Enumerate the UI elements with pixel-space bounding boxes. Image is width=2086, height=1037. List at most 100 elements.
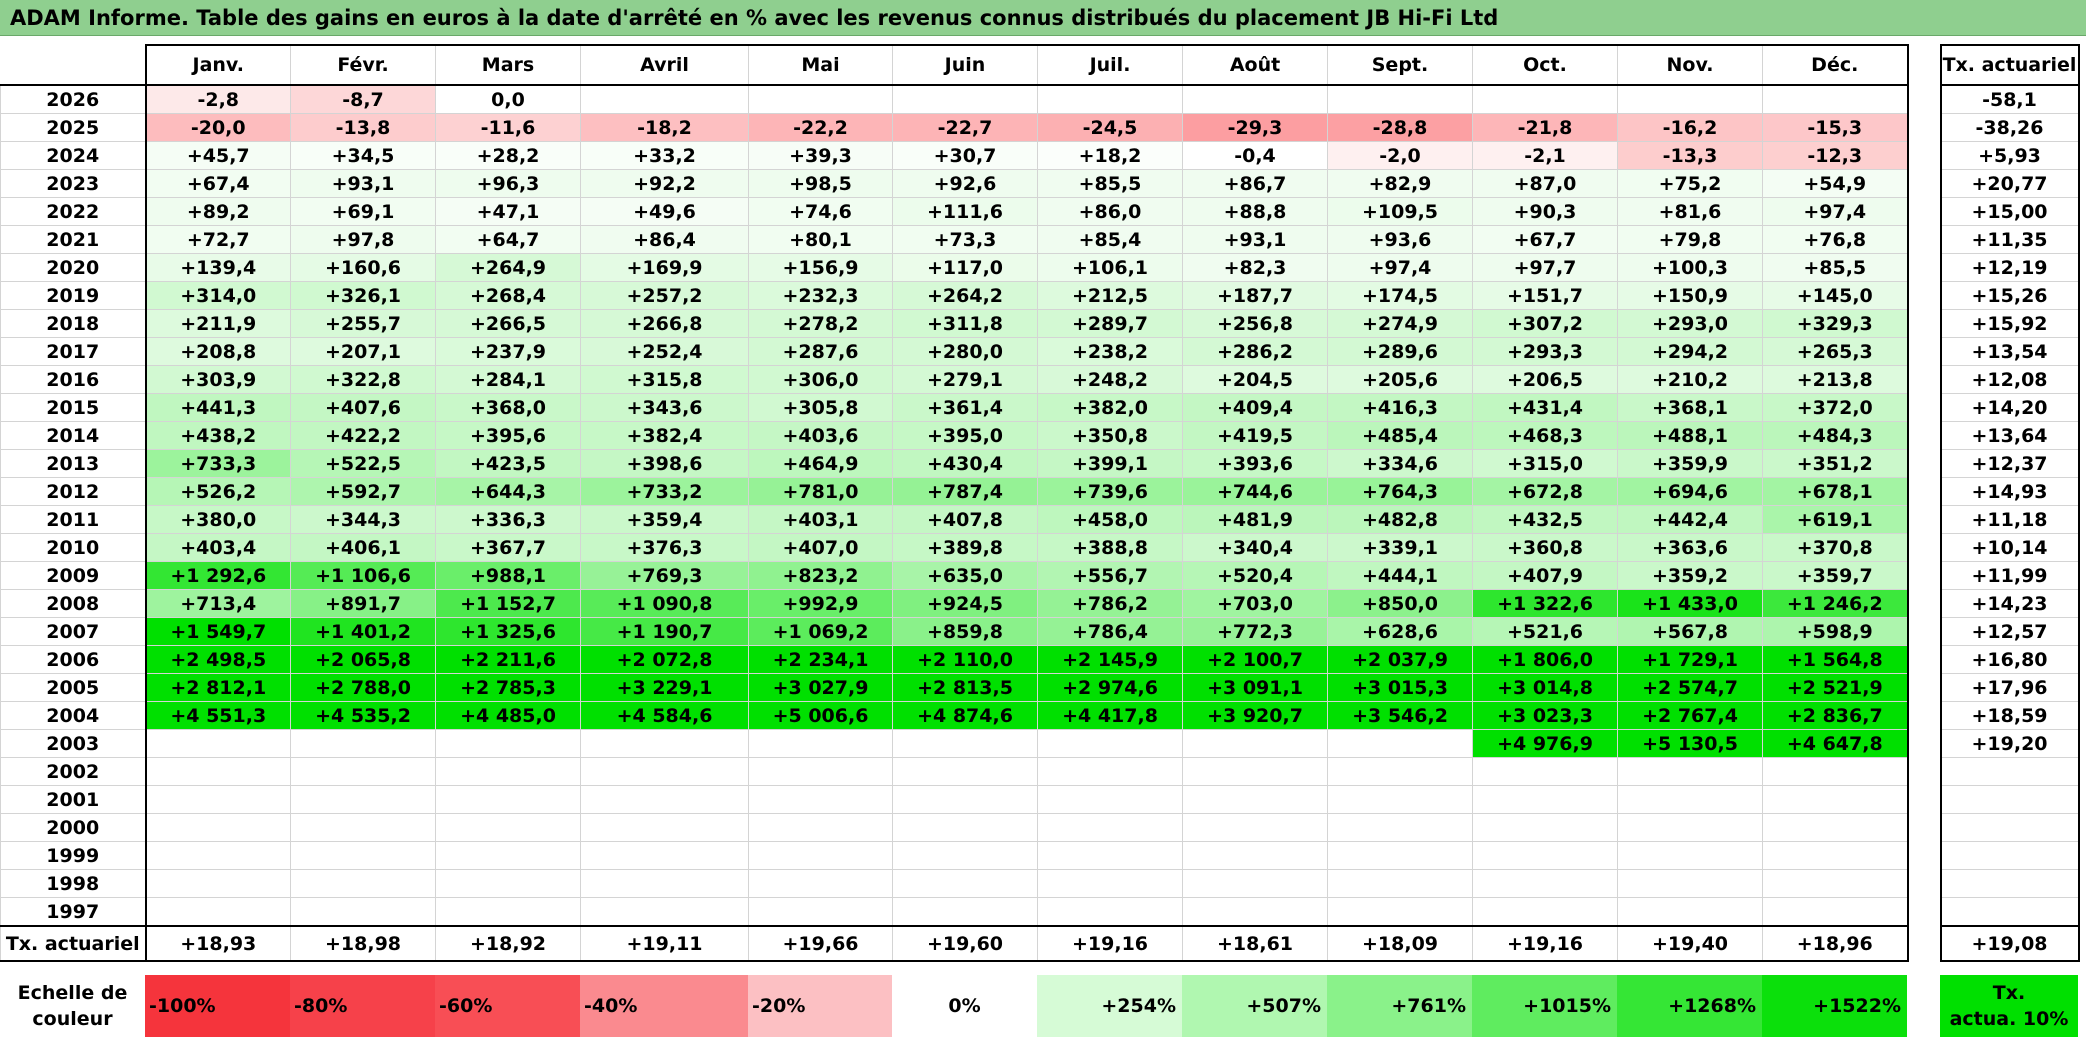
total-cell: +18,96 — [1762, 925, 1909, 962]
gain-cell: +265,3 — [1762, 337, 1909, 366]
gain-cell: +359,2 — [1617, 561, 1763, 590]
gain-cell: +2 836,7 — [1762, 701, 1909, 730]
gain-cell: +5 130,5 — [1617, 729, 1763, 758]
gain-cell — [1182, 757, 1328, 786]
gain-cell: +781,0 — [748, 477, 893, 506]
total-cell: +18,92 — [435, 925, 581, 962]
column-gap — [1907, 281, 1941, 310]
column-gap — [1907, 477, 1941, 506]
column-gap — [1907, 926, 1941, 961]
total-cell: +19,16 — [1472, 925, 1618, 962]
gain-cell: +340,4 — [1182, 533, 1328, 562]
annual-rate-cell — [1939, 869, 2080, 898]
gain-cell: +30,7 — [892, 141, 1038, 170]
column-gap — [1907, 113, 1941, 142]
gain-cell — [290, 729, 436, 758]
year-label: 2019 — [0, 281, 147, 310]
annual-rate-cell: +12,57 — [1939, 617, 2080, 646]
gain-cell: +39,3 — [748, 141, 893, 170]
totals-label: Tx. actuariel — [0, 925, 147, 962]
gain-cell: +87,0 — [1472, 169, 1618, 198]
gain-cell: +592,7 — [290, 477, 436, 506]
gain-cell — [1182, 785, 1328, 814]
color-scale: Echelle de couleur -100% -80% -60% -40% -20% 0… — [0, 975, 2078, 1037]
annual-rate-cell: +11,35 — [1939, 225, 2080, 254]
gain-cell: +86,0 — [1037, 197, 1183, 226]
gain-cell: +287,6 — [748, 337, 893, 366]
gain-cell: +403,1 — [748, 505, 893, 534]
year-label: 2022 — [0, 197, 147, 226]
gain-cell: +419,5 — [1182, 421, 1328, 450]
gain-cell: +1 401,2 — [290, 617, 436, 646]
column-gap — [1907, 645, 1941, 674]
gain-cell: +2 767,4 — [1617, 701, 1763, 730]
gain-cell: +4 485,0 — [435, 701, 581, 730]
gain-cell: +733,2 — [580, 477, 749, 506]
year-label: 2006 — [0, 645, 147, 674]
gain-cell: +266,8 — [580, 309, 749, 338]
gain-cell: +100,3 — [1617, 253, 1763, 282]
gain-cell: +210,2 — [1617, 365, 1763, 394]
year-row: 2010 +403,4 +406,1 +367,7 +376,3 +407,0 +389,8… — [0, 533, 2080, 562]
gain-cell: +372,0 — [1762, 393, 1909, 422]
gain-cell: +522,5 — [290, 449, 436, 478]
gain-cell: +326,1 — [290, 281, 436, 310]
gain-cell: +4 874,6 — [892, 701, 1038, 730]
month-header: Août — [1182, 44, 1328, 86]
gain-cell: +2 813,5 — [892, 673, 1038, 702]
total-cell: +19,40 — [1617, 925, 1763, 962]
gain-cell: +1 806,0 — [1472, 645, 1618, 674]
annual-rate-cell: -58,1 — [1939, 84, 2080, 114]
column-gap — [1907, 45, 1941, 85]
gain-cell: +992,9 — [748, 589, 893, 618]
annual-rate-cell: +11,18 — [1939, 505, 2080, 534]
month-header: Nov. — [1617, 44, 1763, 86]
scale-swatch: -60% — [435, 975, 580, 1037]
gain-cell: +74,6 — [748, 197, 893, 226]
gain-cell: +334,6 — [1327, 449, 1473, 478]
year-label: 2003 — [0, 729, 147, 758]
gain-cell — [1327, 813, 1473, 842]
gain-cell — [290, 897, 436, 927]
gain-cell: +403,4 — [145, 533, 291, 562]
year-row: 2025 -20,0 -13,8 -11,6 -18,2 -22,2 -22,7 -24,5-… — [0, 113, 2080, 142]
year-label: 2005 — [0, 673, 147, 702]
annual-rate-cell: +16,80 — [1939, 645, 2080, 674]
column-gap — [1907, 617, 1941, 646]
total-cell: +18,93 — [145, 925, 291, 962]
gain-cell — [1037, 897, 1183, 927]
gain-cell: +4 417,8 — [1037, 701, 1183, 730]
gain-cell: +482,8 — [1327, 505, 1473, 534]
gain-cell: +97,4 — [1762, 197, 1909, 226]
gain-cell: -2,8 — [145, 84, 291, 114]
month-header: Déc. — [1762, 44, 1909, 86]
total-cell: +19,16 — [1037, 925, 1183, 962]
year-label: 2000 — [0, 813, 147, 842]
gain-cell: +92,2 — [580, 169, 749, 198]
year-row: 2023 +67,4 +93,1 +96,3 +92,2 +98,5 +92,6 +85,5 +… — [0, 169, 2080, 198]
gain-cell: +160,6 — [290, 253, 436, 282]
gain-cell: +2 498,5 — [145, 645, 291, 674]
gain-cell — [1617, 869, 1763, 898]
column-gap — [1907, 813, 1941, 842]
gain-cell: +464,9 — [748, 449, 893, 478]
gain-cell: +368,0 — [435, 393, 581, 422]
gain-cell — [1617, 897, 1763, 927]
gain-cell — [435, 785, 581, 814]
gain-cell: +438,2 — [145, 421, 291, 450]
column-gap — [1907, 393, 1941, 422]
gain-cell: +98,5 — [748, 169, 893, 198]
gain-cell — [1037, 84, 1183, 114]
gain-cell: +139,4 — [145, 253, 291, 282]
gain-cell: +81,6 — [1617, 197, 1763, 226]
gain-cell — [145, 897, 291, 927]
gain-cell: +441,3 — [145, 393, 291, 422]
gain-cell — [1182, 84, 1328, 114]
gain-cell: +3 229,1 — [580, 673, 749, 702]
gain-cell: +303,9 — [145, 365, 291, 394]
column-gap — [1907, 253, 1941, 282]
year-label: 2015 — [0, 393, 147, 422]
gain-cell: -11,6 — [435, 113, 581, 142]
gain-cell — [1762, 897, 1909, 927]
gain-cell: -18,2 — [580, 113, 749, 142]
